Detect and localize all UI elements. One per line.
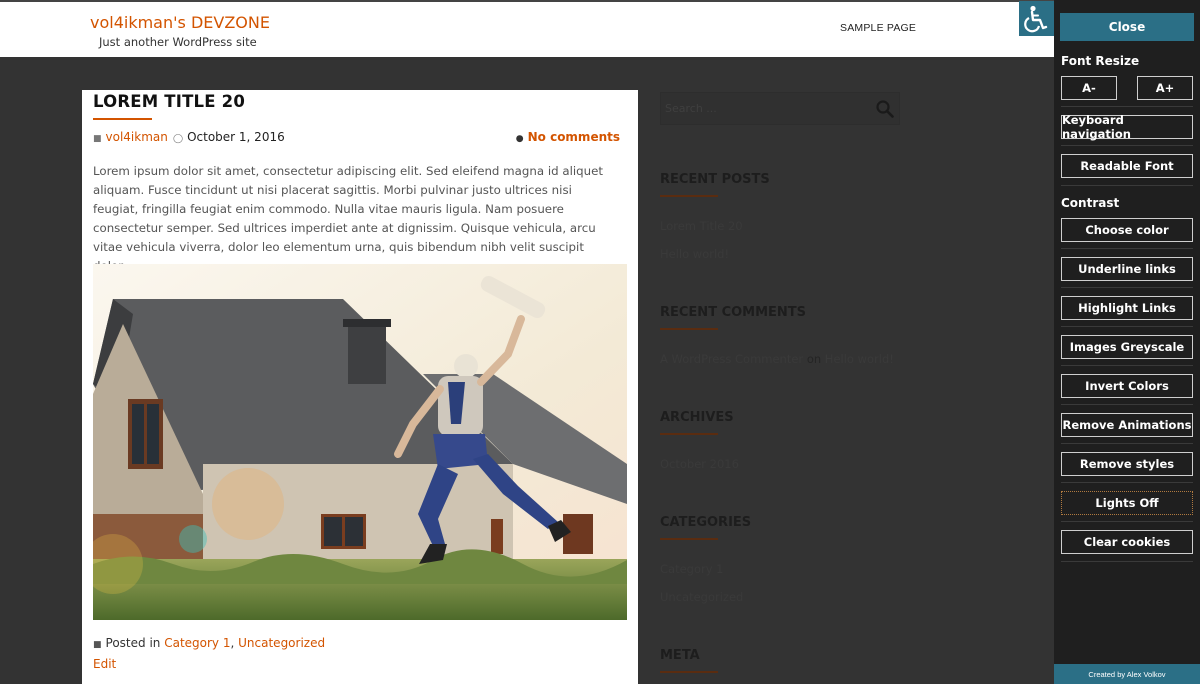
category-link-category-1[interactable]: Category 1	[164, 636, 230, 650]
site-title[interactable]: vol4ikman's DEVZONE	[90, 13, 270, 32]
recent-post-link[interactable]: Hello world!	[660, 247, 729, 261]
widget-title-categories: CATEGORIES	[660, 515, 752, 530]
category-link[interactable]: Uncategorized	[660, 590, 743, 604]
post-meta: ■ vol4ikman ◯ October 1, 2016 ● No comments	[93, 130, 620, 146]
panel-separator	[1061, 365, 1193, 366]
title-underline	[93, 118, 152, 120]
archive-link[interactable]: October 2016	[660, 457, 739, 471]
panel-separator	[1061, 521, 1193, 522]
widget-underline	[660, 328, 718, 330]
nav-item-sample-page[interactable]: SAMPLE PAGE	[840, 22, 916, 34]
post-featured-image[interactable]	[93, 264, 627, 620]
panel-separator	[1061, 287, 1193, 288]
widget-underline	[660, 538, 718, 540]
post-date: ◯ October 1, 2016	[173, 130, 285, 144]
panel-credit: Created by Alex Volkov	[1054, 664, 1200, 684]
widget-underline	[660, 671, 718, 673]
images-greyscale-button[interactable]: Images Greyscale	[1061, 335, 1193, 359]
widget-underline	[660, 195, 718, 197]
post-author[interactable]: ■ vol4ikman	[93, 130, 168, 144]
font-decrease-button[interactable]: A-	[1061, 76, 1117, 100]
post-categories: ■ Posted in Category 1, Uncategorized	[93, 636, 325, 650]
accessibility-panel: Close Font Resize A- A+ Keyboard navigat…	[1054, 0, 1200, 684]
site-header: vol4ikman's DEVZONE Just another WordPre…	[0, 0, 1054, 57]
recent-comment-item: A WordPress Commenter on Hello world!	[660, 352, 894, 366]
panel-separator	[1061, 185, 1193, 186]
contrast-label: Contrast	[1061, 196, 1120, 210]
comment-on-label: on	[806, 352, 822, 366]
comment-icon: ●	[515, 134, 524, 144]
folder-icon: ■	[93, 640, 102, 650]
panel-separator	[1061, 248, 1193, 249]
highlight-links-button[interactable]: Highlight Links	[1061, 296, 1193, 320]
widget-title-archives: ARCHIVES	[660, 410, 734, 425]
recent-post-link[interactable]: Lorem Title 20	[660, 219, 743, 233]
widget-title-recent-comments: RECENT COMMENTS	[660, 305, 807, 320]
font-resize-label: Font Resize	[1061, 54, 1140, 68]
choose-color-button[interactable]: Choose color	[1061, 218, 1193, 242]
comment-author-link[interactable]: A WordPress Commenter	[660, 352, 803, 366]
search-icon[interactable]	[876, 100, 894, 122]
post-article: LOREM TITLE 20 ■ vol4ikman ◯ October 1, 20…	[82, 90, 638, 684]
remove-styles-button[interactable]: Remove styles	[1061, 452, 1193, 476]
comment-post-link[interactable]: Hello world!	[825, 352, 894, 366]
user-icon: ■	[93, 134, 102, 144]
panel-separator	[1061, 145, 1193, 146]
close-panel-button[interactable]: Close	[1060, 13, 1194, 41]
post-excerpt: Lorem ipsum dolor sit amet, consectetur …	[93, 164, 603, 273]
widget-title-recent-posts: RECENT POSTS	[660, 172, 770, 187]
clock-icon: ◯	[173, 134, 184, 144]
panel-separator	[1061, 106, 1193, 107]
category-link-uncategorized[interactable]: Uncategorized	[238, 636, 325, 650]
font-increase-button[interactable]: A+	[1137, 76, 1193, 100]
keyboard-navigation-button[interactable]: Keyboard navigation	[1061, 113, 1193, 141]
clear-cookies-button[interactable]: Clear cookies	[1061, 530, 1193, 554]
category-link[interactable]: Category 1	[660, 562, 724, 576]
search-input[interactable]	[665, 102, 865, 115]
post-date-label: October 1, 2016	[187, 130, 285, 144]
house-jump-illustration	[93, 264, 627, 620]
panel-separator	[1061, 561, 1193, 562]
accessibility-toggle-button[interactable]	[1019, 1, 1054, 36]
panel-separator	[1061, 443, 1193, 444]
panel-separator	[1061, 404, 1193, 405]
invert-colors-button[interactable]: Invert Colors	[1061, 374, 1193, 398]
panel-separator	[1061, 482, 1193, 483]
lights-off-button[interactable]: Lights Off	[1061, 491, 1193, 515]
site-description: Just another WordPress site	[99, 35, 257, 49]
remove-animations-button[interactable]: Remove Animations	[1061, 413, 1193, 437]
post-comments-label: No comments	[527, 130, 620, 144]
post-author-label: vol4ikman	[105, 130, 168, 144]
wheelchair-icon	[1023, 5, 1047, 32]
search-form	[660, 92, 900, 125]
underline-links-button[interactable]: Underline links	[1061, 257, 1193, 281]
posted-in-label: Posted in	[105, 636, 161, 650]
category-separator: ,	[230, 636, 235, 650]
readable-font-button[interactable]: Readable Font	[1061, 154, 1193, 178]
widget-title-meta: META	[660, 648, 700, 663]
post-comments-link[interactable]: ● No comments	[516, 130, 620, 144]
widget-underline	[660, 433, 718, 435]
post-title[interactable]: LOREM TITLE 20	[93, 92, 245, 111]
panel-separator	[1061, 326, 1193, 327]
edit-post-link[interactable]: Edit	[93, 657, 116, 671]
